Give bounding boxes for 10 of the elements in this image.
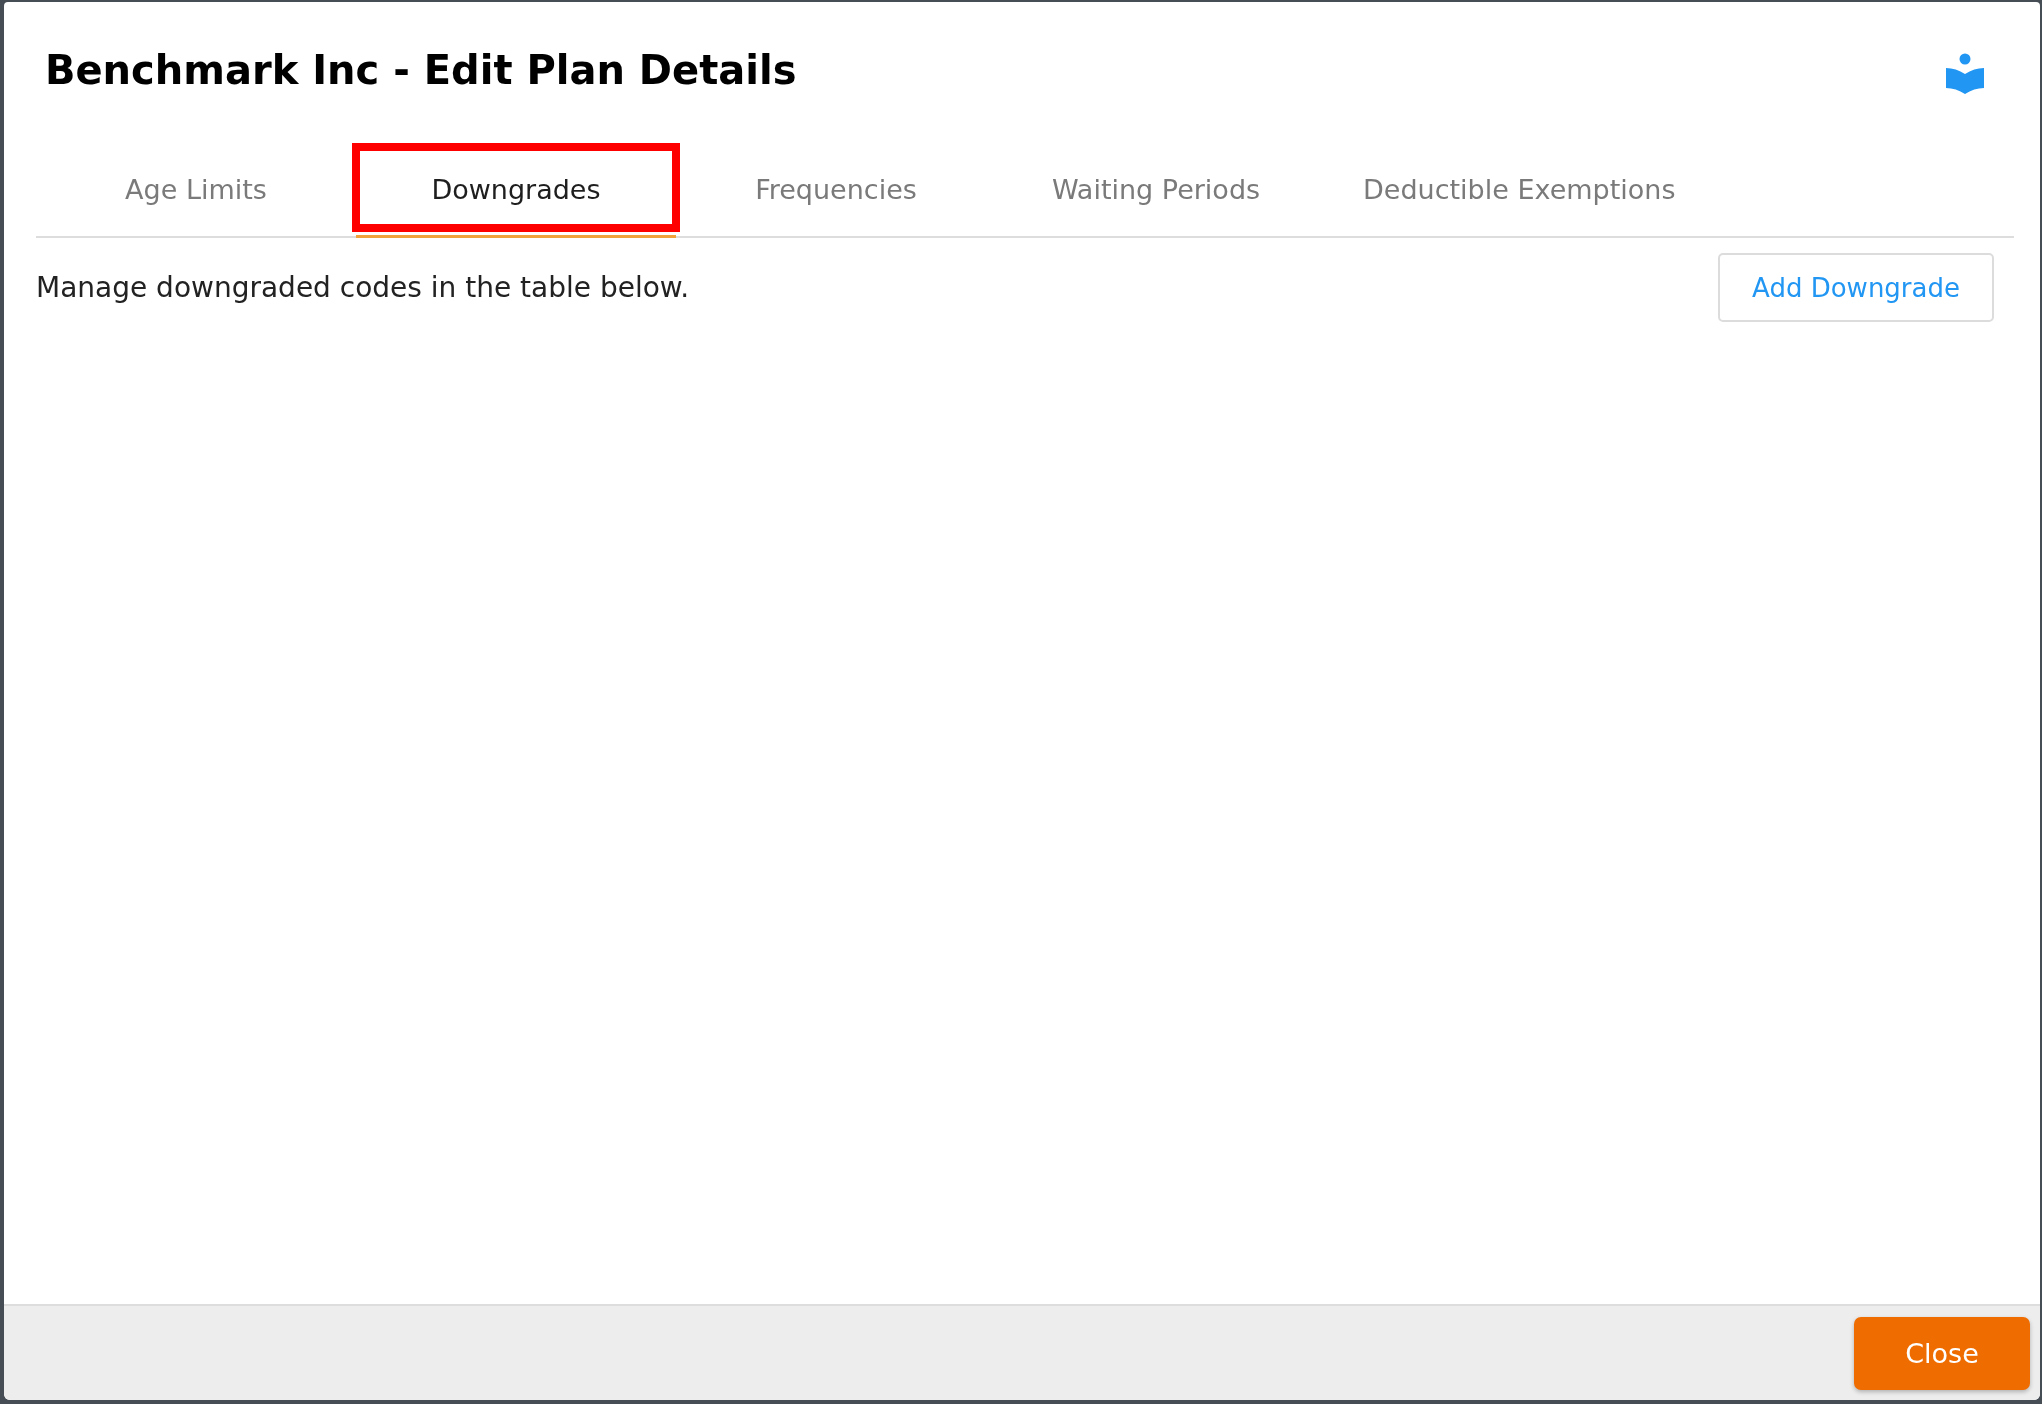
dialog-title: Benchmark Inc - Edit Plan Details	[45, 46, 797, 94]
add-downgrade-button[interactable]: Add Downgrade	[1718, 253, 1994, 322]
tab[interactable]: Downgrades	[356, 143, 676, 238]
book-reader-icon	[1946, 53, 1984, 95]
close-button[interactable]: Close	[1854, 1317, 2030, 1390]
tab[interactable]: Deductible Exemptions	[1316, 143, 1723, 238]
tab[interactable]: Waiting Periods	[996, 143, 1316, 238]
tab[interactable]: Age Limits	[36, 143, 356, 238]
description-text: Manage downgraded codes in the table below.	[36, 270, 690, 305]
tab[interactable]: Frequencies	[676, 143, 996, 238]
